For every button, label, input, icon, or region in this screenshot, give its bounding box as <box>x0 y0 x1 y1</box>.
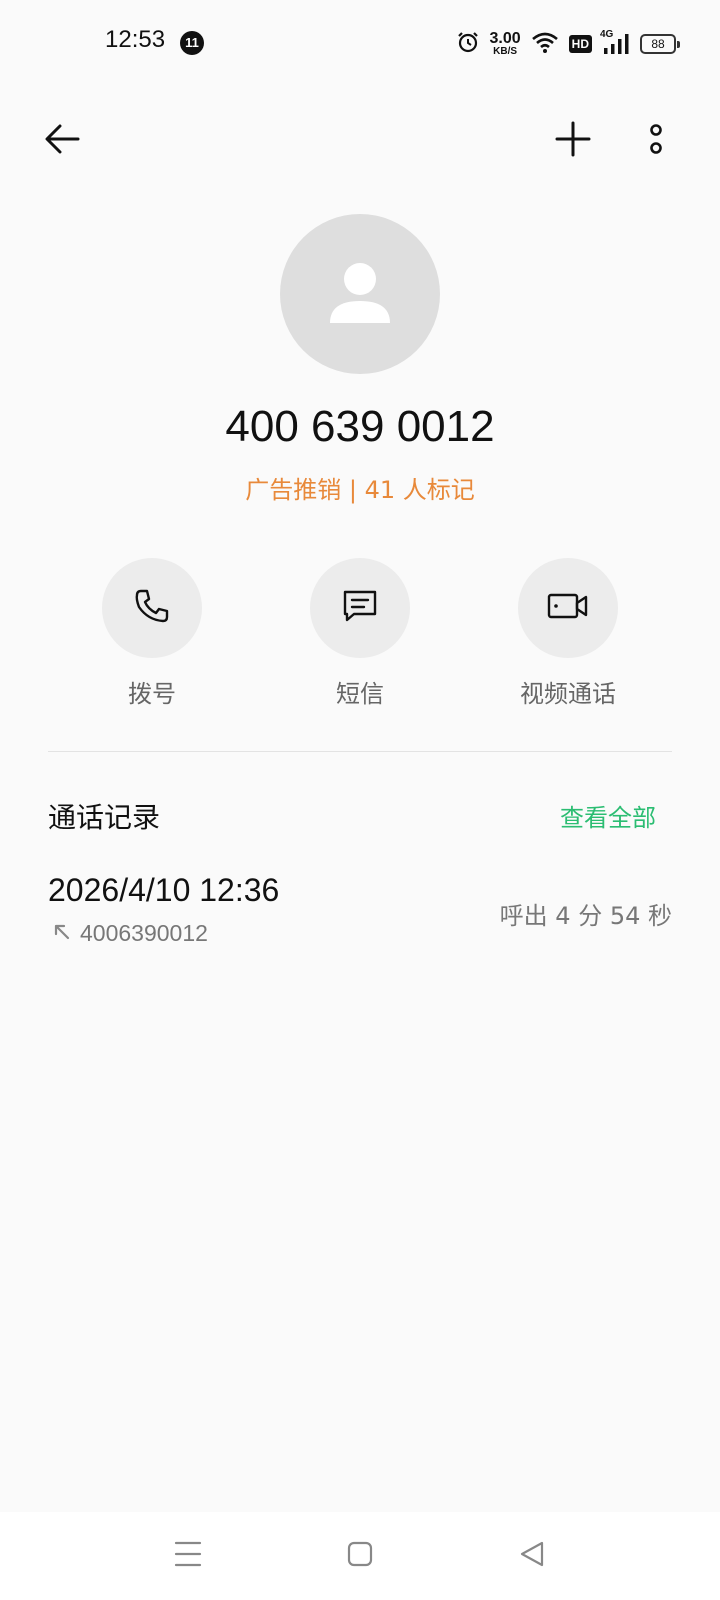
sms-label: 短信 <box>336 680 384 708</box>
back-button[interactable] <box>34 113 90 169</box>
video-call-action[interactable]: 视频通话 <box>468 558 668 709</box>
status-time: 12:53 <box>105 26 166 53</box>
signal-icon: 4G <box>600 29 630 55</box>
plus-icon <box>555 121 591 161</box>
network-speed-unit: KB/S <box>493 46 518 57</box>
person-icon <box>325 257 395 331</box>
call-record-number: 4006390012 <box>80 920 208 946</box>
dial-label: 拨号 <box>128 680 176 708</box>
outgoing-call-icon <box>52 922 72 946</box>
section-divider <box>48 751 672 752</box>
contact-phone-number: 400 639 0012 <box>225 402 495 451</box>
contact-avatar <box>280 214 440 374</box>
more-vertical-icon <box>648 121 664 161</box>
square-icon <box>346 1540 374 1572</box>
home-button[interactable] <box>336 1532 384 1580</box>
navigation-bar <box>0 1512 720 1600</box>
dial-button[interactable] <box>102 558 202 658</box>
status-bar: 12:53 11 3.00 KB/S HD 4G 88 <box>0 0 720 92</box>
sms-action[interactable]: 短信 <box>260 558 460 709</box>
recent-apps-button[interactable] <box>164 1532 212 1580</box>
triangle-back-icon <box>518 1540 546 1572</box>
video-camera-icon <box>546 586 590 630</box>
more-options-button[interactable] <box>628 113 684 169</box>
video-call-button[interactable] <box>518 558 618 658</box>
menu-icon <box>173 1540 203 1572</box>
call-log-title: 通话记录 <box>48 801 161 834</box>
add-contact-button[interactable] <box>545 113 601 169</box>
call-record-info: 呼出 4 分 54 秒 <box>499 902 672 930</box>
network-speed: 3.00 KB/S <box>490 31 521 57</box>
call-record-datetime: 2026/4/10 12:36 <box>48 872 280 908</box>
view-all-button[interactable]: 查看全部 <box>560 798 656 833</box>
network-speed-value: 3.00 <box>489 30 521 47</box>
sms-button[interactable] <box>310 558 410 658</box>
video-call-label: 视频通话 <box>520 680 616 708</box>
call-record-row[interactable]: 2026/4/10 12:36 4006390012 呼出 4 分 54 秒 <box>48 872 672 952</box>
message-icon <box>340 586 380 630</box>
alarm-icon <box>456 30 480 58</box>
spam-tag-label: 广告推销 | 41 人标记 <box>245 476 475 504</box>
wifi-icon <box>531 30 559 58</box>
phone-icon <box>132 586 172 630</box>
notification-badge: 11 <box>180 31 204 55</box>
dial-action[interactable]: 拨号 <box>52 558 252 709</box>
battery-indicator: 88 <box>640 34 680 54</box>
status-icons: 3.00 KB/S HD 4G 88 <box>456 24 680 64</box>
call-record-number-line: 4006390012 <box>52 920 208 947</box>
network-type: 4G <box>600 29 614 40</box>
arrow-left-icon <box>42 119 82 163</box>
nav-back-button[interactable] <box>508 1532 556 1580</box>
hd-badge: HD <box>568 35 592 53</box>
